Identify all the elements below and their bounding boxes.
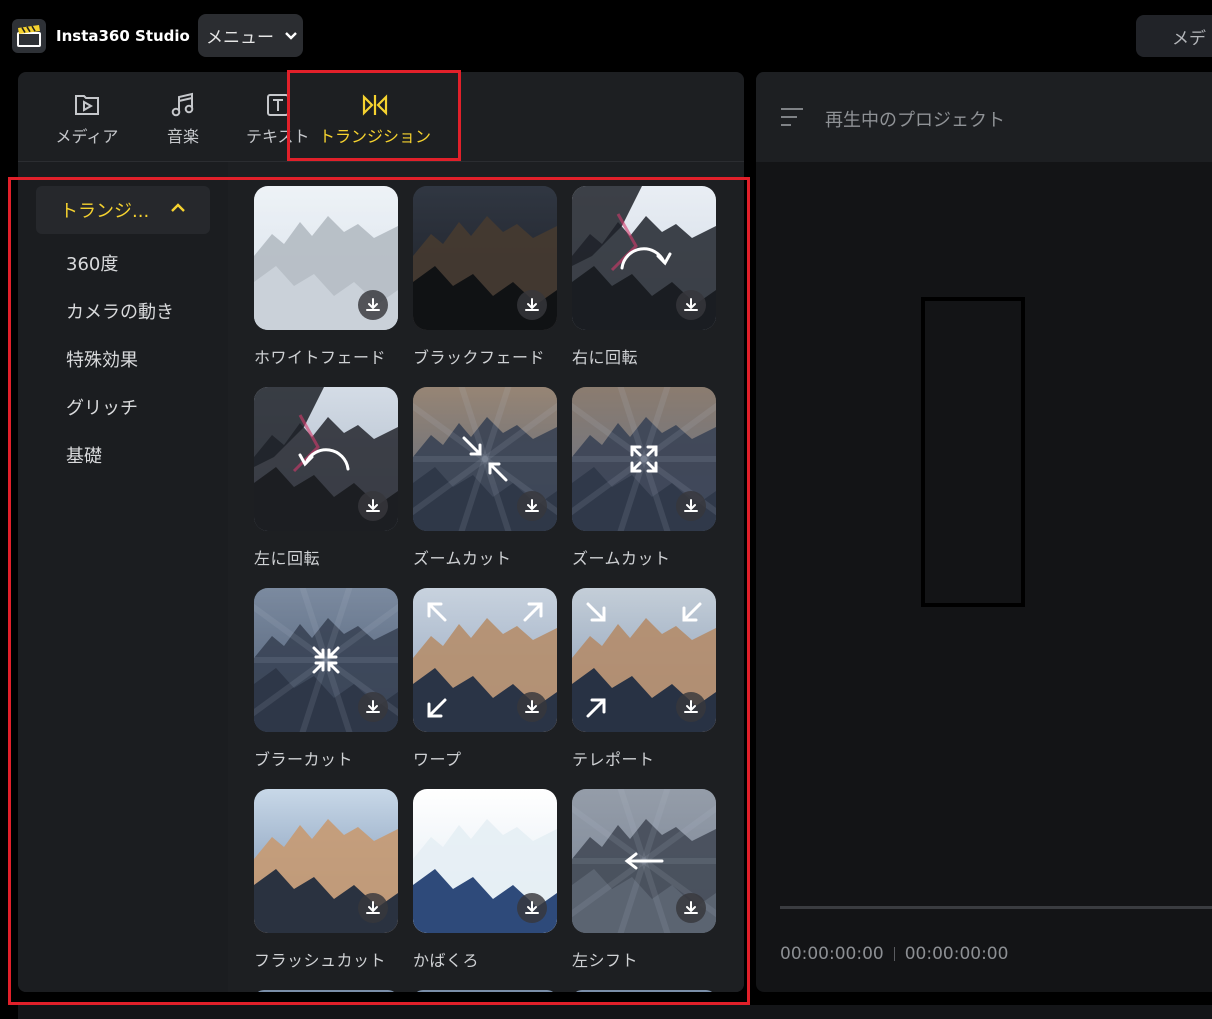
transition-thumbnail[interactable] [413, 186, 557, 330]
preview-panel: 再生中のプロジェクト 00:00:00:00 00:00:00:00 [756, 72, 1212, 992]
preview-header: 再生中のプロジェクト [756, 72, 1212, 162]
transition-label: ワープ [413, 750, 462, 769]
tab-transition[interactable]: トランジション [318, 90, 432, 150]
transition-thumbnail[interactable] [572, 789, 716, 933]
transition-card[interactable]: ズームカット [572, 387, 716, 569]
transition-card[interactable]: ブラーカット [254, 588, 398, 770]
download-icon[interactable] [358, 290, 388, 320]
transition-card[interactable]: 右に回転 [572, 186, 716, 368]
timecode-separator [893, 947, 895, 961]
download-icon[interactable] [517, 491, 547, 521]
category-header-transition[interactable]: トランジ... [36, 186, 210, 234]
transition-thumbnail[interactable] [413, 789, 557, 933]
transition-label: ブラーカット [254, 750, 354, 769]
download-icon[interactable] [676, 692, 706, 722]
chevron-up-icon [171, 203, 185, 212]
transition-thumbnail[interactable] [254, 789, 398, 933]
total-time: 00:00:00:00 [904, 944, 1009, 964]
transition-label: テレポート [572, 750, 655, 769]
transition-card[interactable]: ワープ [413, 588, 557, 770]
transition-card[interactable]: 左に回転 [254, 387, 398, 569]
tab-label: メディア [55, 127, 119, 146]
timeline-scrubber[interactable] [780, 906, 1212, 909]
transition-thumbnail[interactable] [572, 186, 716, 330]
transition-thumbnail-peek [572, 990, 716, 992]
download-icon[interactable] [517, 893, 547, 923]
category-item-special-effects[interactable]: 特殊効果 [66, 346, 138, 372]
tab-label: テキスト [246, 127, 310, 146]
transition-label: ブラックフェード [413, 348, 546, 367]
current-time: 00:00:00:00 [780, 944, 884, 964]
menu-dropdown-button[interactable]: メニュー [198, 14, 303, 57]
transition-thumbnail-peek [254, 990, 398, 992]
transition-label: 左シフト [572, 951, 639, 970]
app-title: Insta360 Studio [56, 27, 190, 45]
download-icon[interactable] [358, 893, 388, 923]
download-icon[interactable] [358, 491, 388, 521]
tab-label: トランジション [318, 127, 431, 146]
download-icon[interactable] [517, 290, 547, 320]
asset-panel: メディア 音楽 テキスト トランジション トランジ... 360度 カメラの動き [18, 72, 744, 992]
download-icon[interactable] [676, 893, 706, 923]
transition-label: かばくろ [413, 951, 480, 970]
text-icon [266, 90, 290, 120]
tab-music[interactable]: 音楽 [163, 90, 203, 150]
category-header-label: トランジ... [60, 201, 150, 222]
transition-card[interactable]: かばくろ [413, 789, 557, 971]
transition-card[interactable]: ブラックフェード [413, 186, 557, 368]
transition-thumbnail[interactable] [413, 387, 557, 531]
download-icon[interactable] [358, 692, 388, 722]
tab-text[interactable]: テキスト [246, 90, 314, 150]
timecode: 00:00:00:00 00:00:00:00 [780, 944, 1008, 964]
tab-label: 音楽 [166, 127, 199, 146]
transition-label: 右に回転 [572, 348, 639, 367]
asset-tabs: メディア 音楽 テキスト トランジション [18, 72, 744, 162]
transition-thumbnail[interactable] [413, 588, 557, 732]
transition-icon [361, 90, 389, 120]
preview-frame [921, 297, 1025, 607]
transition-thumbnail[interactable] [254, 186, 398, 330]
download-icon[interactable] [676, 491, 706, 521]
chevron-down-icon [285, 31, 297, 40]
transition-label: 左に回転 [254, 549, 321, 568]
transition-label: ズームカット [572, 549, 671, 568]
download-icon[interactable] [676, 290, 706, 320]
transition-card[interactable]: テレポート [572, 588, 716, 770]
preview-title: 再生中のプロジェクト [825, 110, 1005, 131]
category-item-glitch[interactable]: グリッチ [66, 394, 138, 420]
top-bar: Insta360 Studio メニュー メデ [0, 0, 1212, 72]
transition-thumbnail[interactable] [254, 387, 398, 531]
transition-grid: ホワイトフェード ブラックフェード 右に回転左に回転 ズームカット ズームカットブラーカ… [228, 162, 744, 992]
transition-card[interactable]: フラッシュカット [254, 789, 398, 971]
transition-label: フラッシュカット [254, 951, 387, 970]
category-item-camera-motion[interactable]: カメラの動き [66, 298, 174, 324]
transition-label: ホワイトフェード [254, 348, 387, 367]
list-icon [781, 108, 803, 126]
transition-thumbnail[interactable] [572, 387, 716, 531]
transition-thumbnail[interactable] [572, 588, 716, 732]
media-button-right[interactable]: メデ [1136, 15, 1212, 57]
transition-card[interactable]: ズームカット [413, 387, 557, 569]
transition-label: ズームカット [413, 549, 512, 568]
music-note-icon [171, 90, 195, 120]
bottom-strip [18, 1005, 1212, 1019]
tab-media[interactable]: メディア [54, 90, 120, 150]
transition-thumbnail-peek [413, 990, 557, 992]
clapperboard-icon [12, 19, 46, 53]
transition-thumbnail[interactable] [254, 588, 398, 732]
category-sidebar: トランジ... 360度 カメラの動き 特殊効果 グリッチ 基礎 [18, 162, 228, 992]
category-item-basic[interactable]: 基礎 [66, 442, 102, 468]
play-file-icon [74, 90, 100, 120]
category-item-360[interactable]: 360度 [66, 250, 118, 276]
transition-card[interactable]: ホワイトフェード [254, 186, 398, 368]
media-button-label: メデ [1172, 28, 1206, 49]
menu-label: メニュー [206, 28, 274, 48]
transition-card[interactable]: 左シフト [572, 789, 716, 971]
download-icon[interactable] [517, 692, 547, 722]
